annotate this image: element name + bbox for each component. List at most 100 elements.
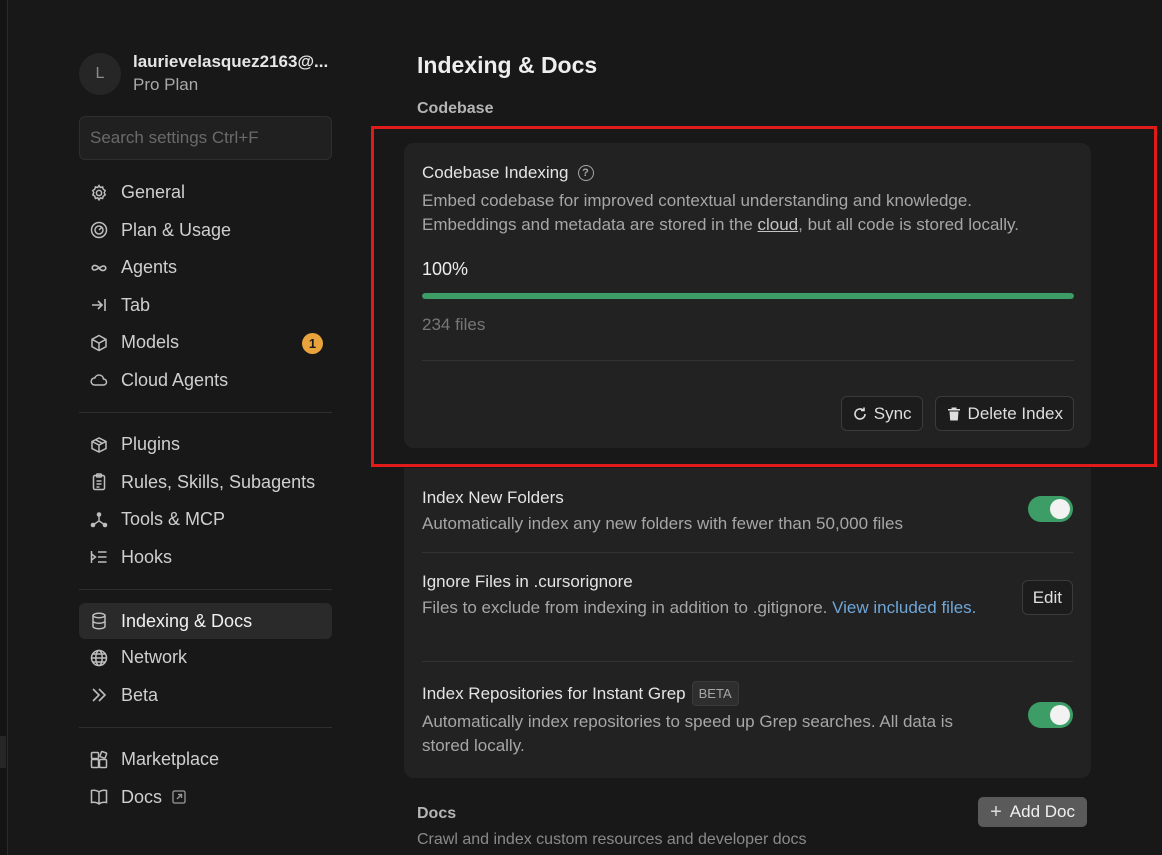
indexing-settings-card: Index New Folders Automatically index an… — [404, 468, 1091, 778]
settings-window: L laurievelasquez2163@... Pro Plan Gener… — [0, 0, 1162, 855]
sidebar-item-cloud-agents[interactable]: Cloud Agents — [79, 362, 332, 400]
cloud-link[interactable]: cloud — [758, 215, 799, 234]
setting-title: Index New Folders — [422, 488, 564, 507]
sidebar-item-plan-usage[interactable]: Plan & Usage — [79, 212, 332, 250]
sidebar-divider — [79, 412, 332, 413]
delete-index-button-label: Delete Index — [967, 403, 1063, 423]
indexing-progress-label: 100% — [422, 259, 469, 279]
clipboard-icon — [89, 472, 109, 492]
sidebar-item-models[interactable]: Models 1 — [79, 324, 332, 362]
cube-icon — [89, 333, 109, 353]
tab-arrow-icon — [89, 295, 109, 315]
setting-description: Files to exclude from indexing in additi… — [422, 596, 992, 620]
avatar: L — [79, 53, 121, 95]
setting-index-new-folders: Index New Folders Automatically index an… — [422, 468, 1073, 553]
setting-description: Automatically index repositories to spee… — [422, 712, 954, 755]
sidebar-item-label: Network — [121, 647, 188, 668]
sidebar-item-label: Tools & MCP — [121, 509, 226, 530]
external-link-icon — [172, 790, 186, 804]
globe-icon — [89, 648, 109, 668]
edge-scroll-marker — [0, 736, 6, 768]
docs-section-description: Crawl and index custom resources and dev… — [417, 831, 807, 848]
sidebar-item-network[interactable]: Network — [79, 639, 332, 677]
codebase-indexing-title-row: Codebase Indexing ? — [422, 163, 1073, 183]
files-count: 234 files — [422, 315, 486, 334]
codebase-indexing-description: Embed codebase for improved contextual u… — [422, 189, 1032, 237]
setting-title: Index Repositories for Instant Grep — [422, 683, 686, 703]
sidebar-item-label: Tab — [121, 294, 151, 315]
help-icon[interactable]: ? — [577, 165, 594, 181]
sidebar-item-rules[interactable]: Rules, Skills, Subagents — [79, 464, 332, 502]
sidebar: L laurievelasquez2163@... Pro Plan Gener… — [79, 44, 332, 816]
account-plan: Pro Plan — [133, 75, 199, 94]
search-settings-input[interactable] — [79, 116, 332, 160]
box-icon — [89, 435, 109, 455]
marketplace-icon — [89, 750, 109, 770]
sidebar-divider — [79, 727, 332, 728]
add-doc-button[interactable]: + Add Doc — [978, 797, 1087, 827]
card-divider — [422, 360, 1074, 361]
book-icon — [89, 787, 109, 807]
sidebar-item-label: Indexing & Docs — [121, 610, 253, 631]
cloud-icon — [89, 370, 109, 390]
edit-cursorignore-button[interactable]: Edit — [1021, 580, 1073, 615]
account-header[interactable]: L laurievelasquez2163@... Pro Plan — [79, 44, 332, 104]
instant-grep-toggle[interactable] — [1028, 702, 1073, 728]
refresh-icon — [854, 407, 866, 420]
sidebar-item-general[interactable]: General — [79, 174, 332, 212]
gauge-icon — [89, 220, 109, 240]
setting-title: Ignore Files in .cursorignore — [422, 572, 633, 591]
sidebar-item-docs[interactable]: Docs — [79, 779, 332, 817]
hooks-icon — [89, 547, 109, 567]
sidebar-item-plugins[interactable]: Plugins — [79, 426, 332, 464]
account-email: laurievelasquez2163@... — [133, 52, 329, 71]
setting-title-row: Index Repositories for Instant Grep BETA — [422, 681, 1073, 706]
setting-description-text: Files to exclude from indexing in additi… — [422, 598, 833, 617]
delete-index-button[interactable]: Delete Index — [934, 396, 1074, 431]
setting-instant-grep: Index Repositories for Instant Grep BETA… — [422, 662, 1073, 777]
sidebar-item-hooks[interactable]: Hooks — [79, 539, 332, 577]
index-new-folders-toggle[interactable] — [1028, 496, 1073, 522]
indexing-progress-fill — [422, 293, 1074, 299]
docs-section: Docs Crawl and index custom resources an… — [417, 797, 1087, 849]
view-included-files-link[interactable]: View included files. — [832, 598, 976, 617]
sidebar-item-agents[interactable]: Agents — [79, 249, 332, 287]
indexing-progress-bar — [422, 293, 1074, 299]
sidebar-nav: General Plan & Usage Agents Tab Models 1… — [79, 174, 332, 816]
sidebar-item-label: Agents — [121, 257, 178, 278]
double-chevron-icon — [89, 685, 109, 705]
beta-badge: BETA — [691, 681, 739, 706]
sync-button-label: Sync — [873, 403, 912, 423]
trash-icon — [947, 407, 960, 420]
sidebar-item-label: Models — [121, 332, 180, 353]
database-icon — [89, 611, 109, 631]
page-title: Indexing & Docs — [417, 52, 598, 78]
sidebar-item-label: Plugins — [121, 434, 181, 455]
sidebar-item-label: Hooks — [121, 546, 173, 567]
sidebar-item-beta[interactable]: Beta — [79, 677, 332, 715]
left-edge-strip — [0, 0, 8, 855]
sidebar-divider — [79, 589, 332, 590]
setting-description: Automatically index any new folders with… — [422, 514, 903, 533]
sync-button[interactable]: Sync — [840, 396, 923, 431]
sidebar-item-label: Beta — [121, 684, 159, 705]
sidebar-item-label: Cloud Agents — [121, 369, 229, 390]
plus-icon: + — [990, 800, 1002, 823]
sidebar-item-label: Plan & Usage — [121, 219, 232, 240]
models-notification-badge: 1 — [302, 333, 323, 354]
sidebar-item-tools-mcp[interactable]: Tools & MCP — [79, 501, 332, 539]
setting-ignore-files: Ignore Files in .cursorignore Files to e… — [422, 553, 1073, 662]
sidebar-item-label: Docs — [121, 786, 163, 807]
add-doc-button-label: Add Doc — [1009, 802, 1075, 821]
tools-icon — [89, 510, 109, 530]
main-content: Indexing & Docs Codebase — [417, 50, 1092, 118]
sidebar-item-indexing-docs[interactable]: Indexing & Docs — [79, 603, 332, 639]
sidebar-item-tab[interactable]: Tab — [79, 287, 332, 325]
sidebar-item-label: General — [121, 182, 186, 203]
description-text: , but all code is stored locally. — [798, 215, 1019, 234]
codebase-indexing-card: Codebase Indexing ? Embed codebase for i… — [404, 143, 1091, 448]
codebase-section-label: Codebase — [417, 100, 494, 117]
sidebar-item-marketplace[interactable]: Marketplace — [79, 741, 332, 779]
indexing-actions: Sync Delete Index — [840, 396, 1074, 431]
sidebar-item-label: Rules, Skills, Subagents — [121, 471, 316, 492]
